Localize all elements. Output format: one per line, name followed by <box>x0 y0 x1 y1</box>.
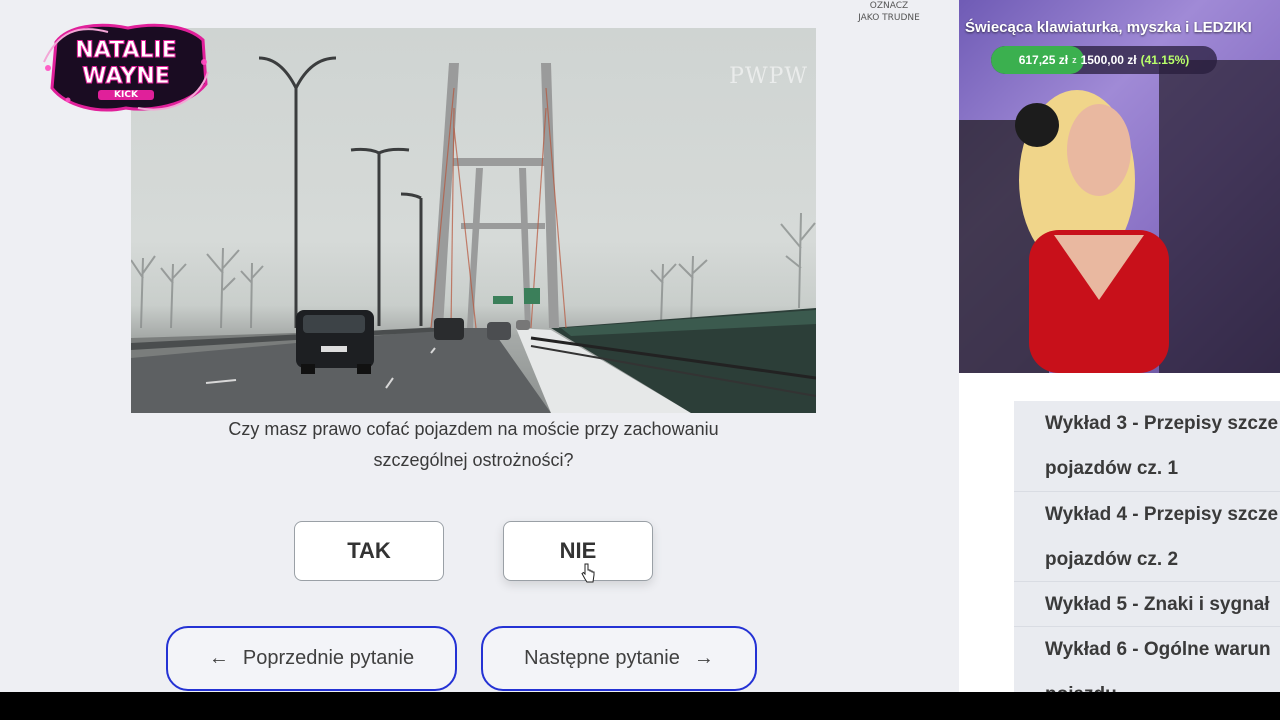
question-text: Czy masz prawo cofać pojazdem na moście … <box>131 414 816 476</box>
goal-current: 617,25 zł <box>1018 53 1069 67</box>
lecture-subtitle: pojazdów cz. 2 <box>1045 549 1179 570</box>
question-image: PWPW <box>131 28 816 413</box>
stream-goal-title: Świecąca klawiaturka, myszka i LEDZIKI <box>965 19 1252 36</box>
goal-target: 1500,00 zł <box>1080 53 1137 67</box>
image-watermark: PWPW <box>729 64 808 89</box>
lecture-title: Wykład 3 - Przepisy szcze <box>1045 413 1279 434</box>
arrow-left-icon: ← <box>208 647 229 669</box>
lecture-item[interactable]: Wykład 3 - Przepisy szcze pojazdów cz. 1 <box>1014 401 1280 492</box>
next-question-label: Następne pytanie <box>524 647 680 669</box>
previous-question-label: Poprzednie pytanie <box>242 647 415 669</box>
stream-goal-progress: 617,25 zł z 1500,00 zł (41.15%) <box>991 46 1217 74</box>
goal-of: z <box>1072 55 1077 65</box>
stream-goal-text: 617,25 zł z 1500,00 zł (41.15%) <box>991 46 1217 74</box>
question-line1: Czy masz prawo cofać pojazdem na moście … <box>228 419 719 439</box>
mark-as-hard-button[interactable]: OZNACZ JAKO TRUDNE <box>845 0 933 24</box>
next-question-button[interactable]: Następne pytanie → <box>481 626 757 691</box>
mark-hard-line1: OZNACZ <box>869 1 909 11</box>
bridge-road-scene <box>131 56 816 413</box>
previous-question-button[interactable]: ← Poprzednie pytanie <box>166 626 457 691</box>
webcam-overlay: Świecąca klawiaturka, myszka i LEDZIKI 6… <box>959 0 1280 373</box>
goal-percent: (41.15%) <box>1140 53 1190 67</box>
lecture-item[interactable]: Wykład 6 - Ogólne warun pojazdu <box>1014 627 1280 692</box>
lecture-title: Wykład 6 - Ogólne warun <box>1045 639 1271 660</box>
answer-yes-button[interactable]: TAK <box>294 521 444 581</box>
lecture-title: Wykład 5 - Znaki i sygnał <box>1045 594 1270 615</box>
mark-hard-line2: JAKO TRUDNE <box>858 13 920 23</box>
logo-platform: KICK <box>98 90 154 100</box>
lecture-subtitle: pojazdu <box>1045 672 1280 692</box>
logo-line2: WAYNE <box>82 64 171 90</box>
hand-cursor-icon <box>581 563 595 583</box>
lecture-subtitle: pojazdów cz. 1 <box>1045 458 1179 479</box>
answer-no-button[interactable]: NIE <box>503 521 653 581</box>
question-line2: szczególnej ostrożności? <box>373 450 574 470</box>
lecture-item[interactable]: Wykład 4 - Przepisy szcze pojazdów cz. 2 <box>1014 492 1280 582</box>
streamer-logo: NATALIE WAYNE KICK <box>38 22 214 114</box>
lecture-list-panel: Wykład 3 - Przepisy szcze pojazdów cz. 1… <box>959 373 1280 692</box>
arrow-right-icon: → <box>693 647 714 669</box>
lecture-title: Wykład 4 - Przepisy szcze <box>1045 504 1279 525</box>
lecture-item[interactable]: Wykład 5 - Znaki i sygnał <box>1014 582 1280 627</box>
logo-line1: NATALIE <box>75 38 177 64</box>
letterbox-bar <box>0 692 1280 720</box>
